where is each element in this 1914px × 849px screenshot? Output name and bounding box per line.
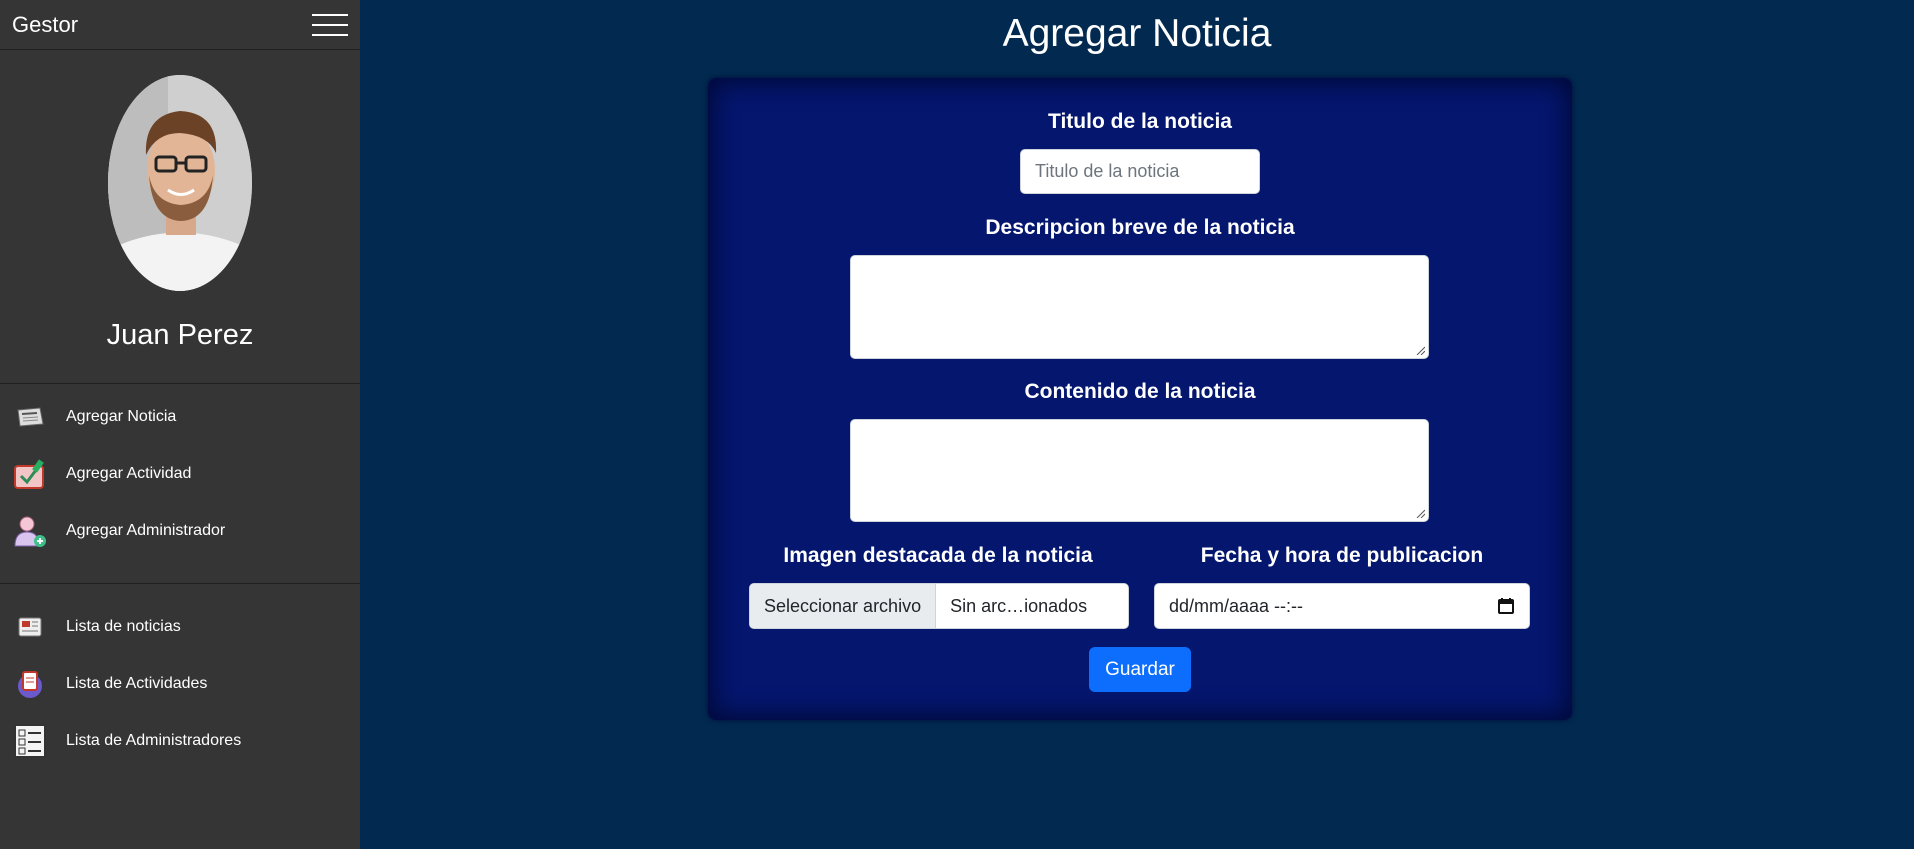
sidebar: Gestor Juan Perez Agregar Noticia Agrega… [0, 0, 360, 849]
sidebar-item-label: Agregar Actividad [66, 464, 192, 482]
hamburger-menu-icon[interactable] [312, 13, 348, 36]
select-file-button[interactable]: Seleccionar archivo [750, 584, 937, 628]
admins-list-icon [12, 723, 48, 759]
activities-list-icon [12, 666, 48, 702]
news-form: Titulo de la noticia Titulo de la notici… [708, 78, 1572, 720]
page-title: Agregar Noticia [1002, 12, 1272, 55]
sidebar-item-label: Lista de Administradores [66, 731, 242, 749]
file-status: Sin arc…ionados [950, 595, 1088, 616]
calendar-icon[interactable] [1497, 597, 1515, 615]
news-content-textarea[interactable] [850, 419, 1429, 522]
sidebar-item-agregar-noticia[interactable]: Agregar Noticia [0, 388, 360, 445]
image-label: Imagen destacada de la noticia [783, 544, 1093, 567]
image-file-input[interactable]: Seleccionar archivo Sin arc…ionados [749, 583, 1129, 629]
save-button[interactable]: Guardar [1089, 647, 1191, 692]
user-name: Juan Perez [106, 319, 254, 351]
sidebar-item-lista-administradores[interactable]: Lista de Administradores [0, 712, 360, 769]
sidebar-item-lista-noticias[interactable]: Lista de noticias [0, 598, 360, 655]
brand-title: Gestor [12, 11, 79, 37]
sidebar-item-label: Lista de Actividades [66, 674, 208, 692]
avatar [108, 75, 252, 291]
sidebar-item-label: Agregar Noticia [66, 407, 177, 425]
sidebar-item-lista-actividades[interactable]: Lista de Actividades [0, 655, 360, 712]
resize-grip-icon[interactable] [1415, 508, 1425, 518]
user-profile: Juan Perez [0, 50, 360, 384]
admin-add-icon [12, 513, 48, 549]
content-label: Contenido de la noticia [1024, 380, 1256, 403]
sidebar-header: Gestor [0, 0, 360, 50]
sidebar-item-agregar-actividad[interactable]: Agregar Actividad [0, 445, 360, 502]
sidebar-item-label: Lista de noticias [66, 617, 181, 635]
newspaper-icon [12, 399, 48, 435]
news-summary-textarea[interactable] [850, 255, 1429, 359]
date-label: Fecha y hora de publicacion [1200, 544, 1484, 567]
summary-label: Descripcion breve de la noticia [985, 216, 1295, 239]
menu-add-group: Agregar Noticia Agregar Actividad Agrega… [0, 384, 360, 584]
sidebar-item-label: Agregar Administrador [66, 521, 226, 539]
activity-add-icon [12, 456, 48, 492]
menu-list-group: Lista de noticias Lista de Actividades L… [0, 584, 360, 769]
sidebar-item-agregar-administrador[interactable]: Agregar Administrador [0, 502, 360, 559]
resize-grip-icon[interactable] [1415, 345, 1425, 355]
date-placeholder: dd/mm/aaaa --:-- [1169, 595, 1304, 616]
news-title-input[interactable]: Titulo de la noticia [1020, 149, 1260, 194]
title-label: Titulo de la noticia [1048, 110, 1232, 133]
news-list-icon [12, 609, 48, 645]
publish-datetime-input[interactable]: dd/mm/aaaa --:-- [1154, 583, 1530, 629]
